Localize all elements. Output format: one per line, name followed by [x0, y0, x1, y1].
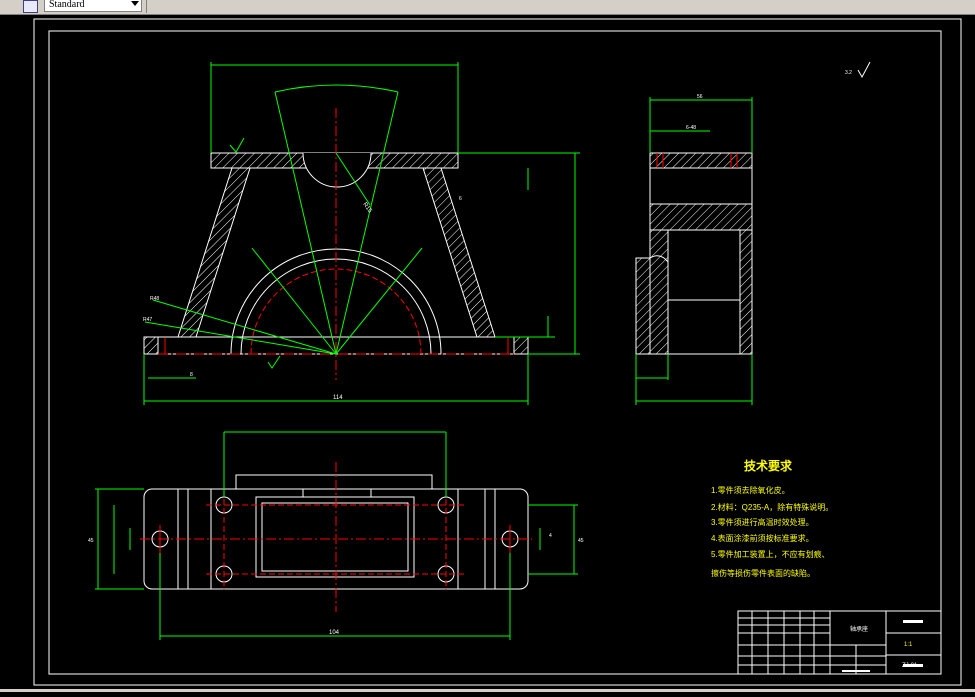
side-width-label: 56 [697, 94, 703, 100]
drawing-svg: 114 8 R15 R48 R47 6 56 6-48 104 45 45 4 … [33, 18, 962, 686]
toolbar: Standard [0, 0, 975, 15]
toolbar-panel: Standard [0, 0, 147, 13]
front-label-a: R48 [150, 296, 159, 302]
chevron-down-icon[interactable] [131, 1, 139, 6]
top-view: 104 45 45 4 [88, 431, 584, 640]
roughness-value: 3.2 [845, 70, 852, 76]
front-label-b: R47 [143, 317, 152, 323]
tech-req-item-4: 4.表面涂漆前须按标准要求。 [711, 533, 814, 543]
side-inner-label: 6-48 [686, 125, 696, 131]
top-left-height: 45 [88, 538, 94, 544]
front-angle-label: 6 [459, 196, 462, 202]
top-bore-label: 4 [549, 533, 552, 539]
top-width-label: 104 [329, 630, 340, 636]
style-select[interactable]: Standard [44, 0, 142, 12]
tech-req-item-2: 2.材料：Q235-A，除有特殊说明。 [711, 502, 833, 512]
tech-req-title: 技术要求 [744, 458, 793, 473]
front-width-label: 114 [333, 395, 343, 401]
title-scale: 1:1 [904, 642, 913, 648]
technical-requirements: 技术要求 1.零件须去除氧化皮。 2.材料：Q235-A，除有特殊说明。 3.零… [711, 458, 833, 578]
title-part-name: 轴承座 [850, 625, 868, 633]
tech-req-item-1: 1.零件须去除氧化皮。 [711, 485, 790, 495]
drawing-canvas[interactable]: 114 8 R15 R48 R47 6 56 6-48 104 45 45 4 … [0, 15, 975, 692]
top-right-height: 45 [578, 538, 584, 544]
layers-icon[interactable] [23, 0, 38, 13]
title-block: 轴承座 1:1 ZJ-01 [737, 610, 942, 675]
roughness-symbol-icon: 3.2 [845, 61, 871, 79]
style-select-value: Standard [49, 0, 85, 10]
outer-frame [33, 18, 962, 686]
front-offset-label: 8 [190, 372, 193, 378]
tech-req-item-3: 3.零件须进行高温时效处理。 [711, 517, 814, 527]
tech-req-item-6: 擦伤等损伤零件表面的缺陷。 [711, 568, 815, 578]
front-view: 114 8 R15 R48 R47 6 [143, 62, 580, 405]
tech-req-item-5: 5.零件加工装置上，不应有划痕、 [711, 549, 830, 559]
side-view: 56 6-48 [635, 94, 753, 405]
